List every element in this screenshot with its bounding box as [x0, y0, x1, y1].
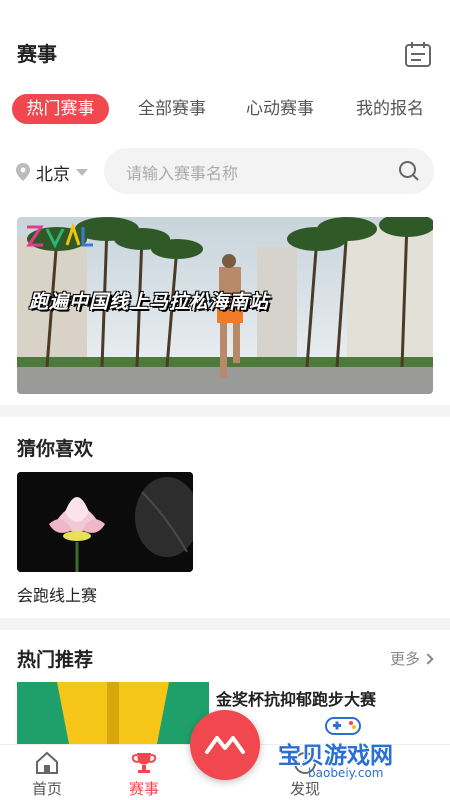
- gamepad-icon: [325, 717, 361, 735]
- section-divider: [0, 618, 450, 630]
- nav-home[interactable]: 首页: [7, 745, 87, 800]
- event-logo-icon: [26, 223, 93, 249]
- watermark-url: baobeiy.com: [308, 766, 384, 780]
- home-icon: [36, 751, 58, 774]
- event-tabs: 热门赛事 全部赛事 心动赛事 我的报名: [0, 90, 450, 128]
- guess-section-title: 猜你喜欢: [17, 438, 94, 460]
- tab-my-registrations[interactable]: 我的报名: [350, 94, 430, 124]
- calendar-icon[interactable]: [404, 40, 432, 68]
- tab-favorite-events[interactable]: 心动赛事: [240, 94, 320, 124]
- nav-home-label: 首页: [31, 780, 62, 798]
- section-divider: [0, 405, 450, 417]
- city-selector[interactable]: 北京: [16, 157, 88, 187]
- recommend-card-label[interactable]: 会跑线上赛: [17, 582, 97, 606]
- search-icon[interactable]: [398, 160, 420, 182]
- hot-item-title[interactable]: 金奖杯抗抑郁跑步大赛: [216, 686, 376, 710]
- tab-hot-events[interactable]: 热门赛事: [12, 94, 109, 124]
- city-label: 北京: [36, 164, 70, 185]
- wave-logo-icon: [205, 736, 245, 754]
- more-label: 更多: [389, 650, 420, 668]
- nav-events-label: 赛事: [128, 780, 159, 798]
- run-start-button[interactable]: [190, 710, 260, 780]
- tab-all-events[interactable]: 全部赛事: [132, 94, 212, 124]
- site-watermark: 宝贝游戏网 baobeiy.com: [274, 712, 446, 792]
- page-title: 赛事: [17, 42, 57, 66]
- page-header: 赛事: [0, 0, 450, 82]
- trophy-icon: [131, 753, 157, 773]
- marathon-banner[interactable]: 跑遍中国线上马拉松海南站: [17, 217, 433, 394]
- search-placeholder: 请输入赛事名称: [126, 164, 239, 183]
- lotus-image: [17, 472, 193, 572]
- nav-events[interactable]: 赛事: [104, 745, 184, 800]
- search-input[interactable]: 请输入赛事名称: [104, 148, 434, 194]
- more-link[interactable]: 更多: [389, 648, 434, 669]
- watermark-text: 宝贝游戏网: [278, 743, 393, 769]
- banner-title: 跑遍中国线上马拉松海南站: [29, 291, 270, 313]
- trophy-image: [17, 682, 209, 744]
- caret-down-icon: [76, 168, 88, 176]
- hot-section-title: 热门推荐: [17, 649, 94, 671]
- location-pin-icon: [16, 163, 30, 181]
- chevron-right-icon: [422, 652, 434, 665]
- recommend-card-image[interactable]: [17, 472, 193, 572]
- hot-item-thumbnail[interactable]: [17, 682, 209, 744]
